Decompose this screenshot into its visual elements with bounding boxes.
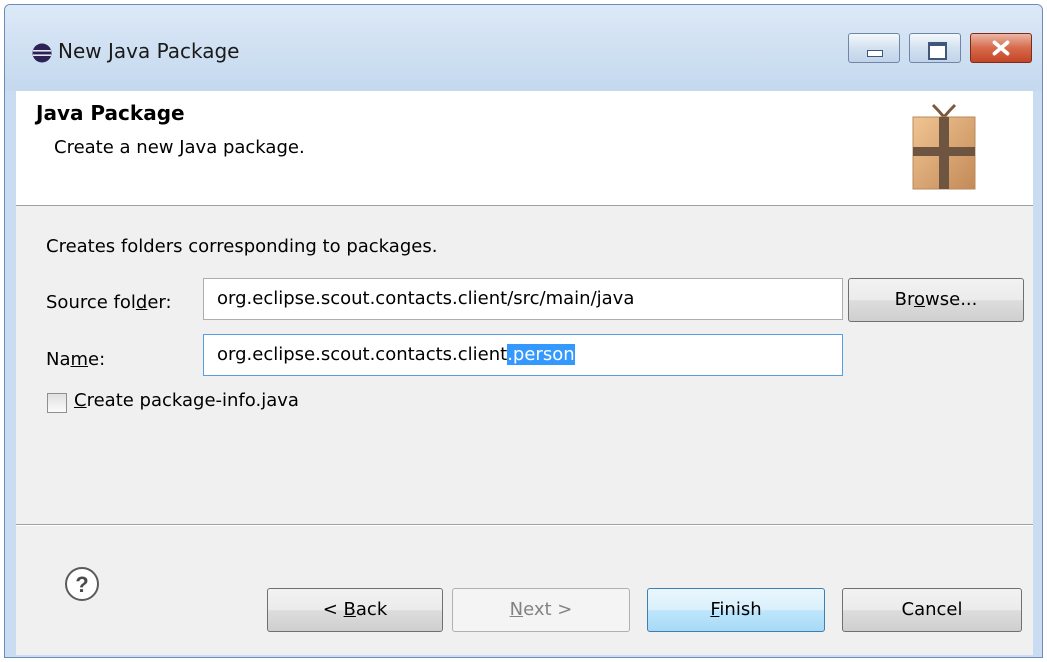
info-text: Creates folders corresponding to package… xyxy=(46,236,438,257)
dialog-window: New Java Package Java Package Create a n… xyxy=(4,4,1043,658)
next-button: Next > xyxy=(452,588,630,632)
back-prefix: < xyxy=(322,599,344,620)
window-title: New Java Package xyxy=(58,39,240,63)
page-title: Java Package xyxy=(36,101,185,125)
eclipse-icon xyxy=(32,43,52,63)
source-folder-mnemonic: d xyxy=(135,292,148,313)
package-icon xyxy=(912,103,976,190)
source-folder-label-text: Source fol xyxy=(46,292,136,313)
package-name-text: org.eclipse.scout.contacts.client xyxy=(217,344,508,365)
minimize-button[interactable] xyxy=(848,33,900,63)
source-folder-label-suffix: er: xyxy=(147,292,172,313)
name-mnemonic: m xyxy=(70,349,89,370)
footer-separator xyxy=(16,524,1033,526)
wizard-header: Java Package Create a new Java package. xyxy=(16,91,1033,205)
browse-label-text: Br xyxy=(894,289,914,310)
create-package-info-checkbox[interactable] xyxy=(47,393,67,413)
source-folder-label: Source folder: xyxy=(46,292,172,313)
create-package-info-text: reate package-info.java xyxy=(86,390,299,411)
maximize-button[interactable] xyxy=(909,33,961,63)
package-name-input[interactable]: org.eclipse.scout.contacts.client.person xyxy=(203,334,843,376)
back-button[interactable]: < Back xyxy=(267,588,443,632)
svg-text:?: ? xyxy=(75,572,88,597)
source-folder-input[interactable]: org.eclipse.scout.contacts.client/src/ma… xyxy=(203,278,843,320)
question-circle-icon[interactable]: ? xyxy=(64,566,100,602)
wizard-body: Creates folders corresponding to package… xyxy=(16,205,1033,655)
close-icon xyxy=(992,40,1010,56)
page-description: Create a new Java package. xyxy=(54,137,305,158)
name-label-suffix: e: xyxy=(88,349,106,370)
back-mnemonic: B xyxy=(343,599,356,620)
name-label-text: Na xyxy=(46,349,71,370)
back-label-suffix: ack xyxy=(355,599,388,620)
finish-label-suffix: inish xyxy=(719,599,762,620)
title-bar[interactable]: New Java Package xyxy=(5,5,1042,91)
create-package-info-mnemonic: C xyxy=(74,390,87,411)
name-label: Name: xyxy=(46,349,105,370)
browse-mnemonic: o xyxy=(914,289,926,310)
browse-button[interactable]: Browse... xyxy=(848,278,1024,322)
package-name-selection: .person xyxy=(507,344,575,365)
cancel-button[interactable]: Cancel xyxy=(842,588,1022,632)
create-package-info-label[interactable]: Create package-info.java xyxy=(74,390,299,411)
close-button[interactable] xyxy=(970,33,1032,63)
finish-button[interactable]: Finish xyxy=(647,588,825,632)
next-mnemonic: N xyxy=(509,599,524,620)
next-label-suffix: ext > xyxy=(523,599,573,620)
browse-label-suffix: wse... xyxy=(925,289,978,310)
